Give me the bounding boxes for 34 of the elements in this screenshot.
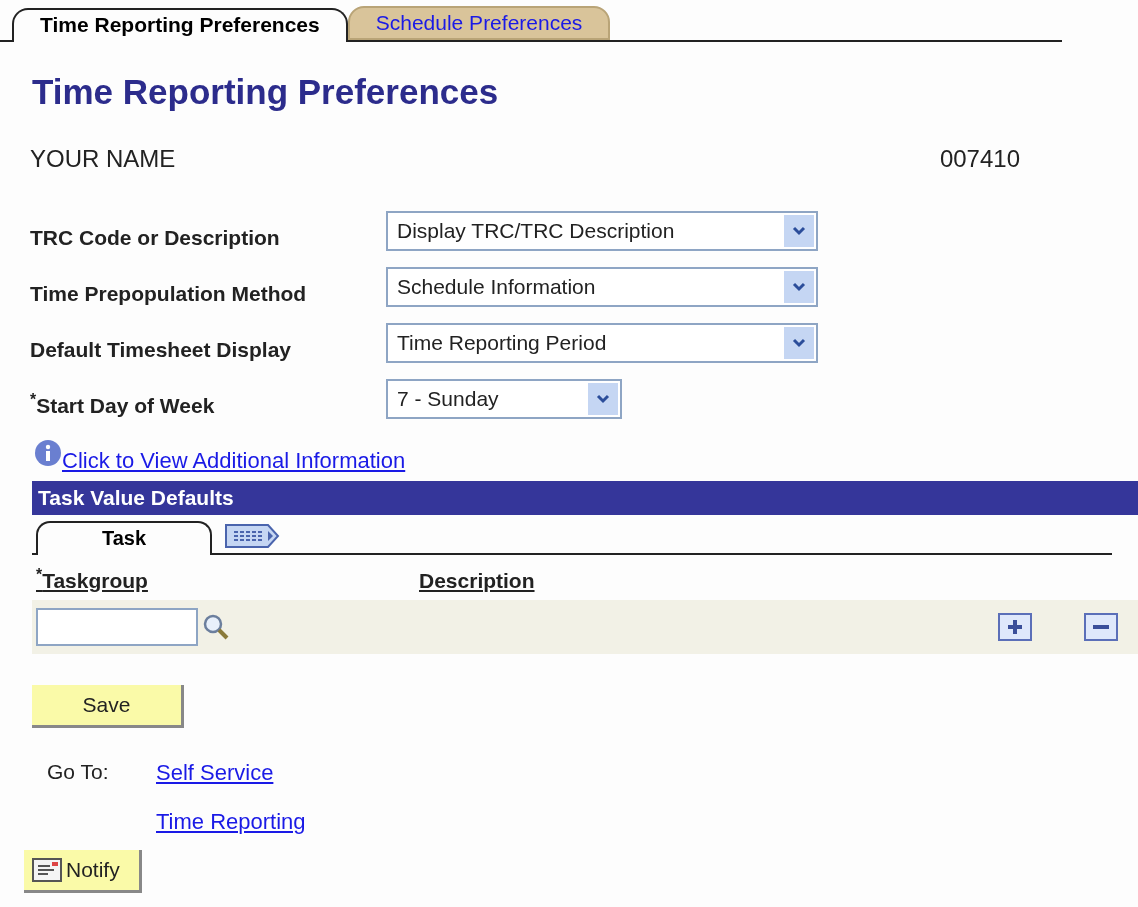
field-label: Default Timesheet Display <box>29 336 293 363</box>
envelope-icon <box>32 858 62 882</box>
column-header[interactable]: Description <box>419 564 535 596</box>
field-label: Time Prepopulation Method <box>29 280 308 307</box>
info-icon <box>34 438 62 467</box>
page-title: Time Reporting Preferences <box>32 71 499 113</box>
dropdown[interactable]: 7 - Sunday <box>386 378 622 419</box>
save-button[interactable]: Save <box>32 685 184 728</box>
employee-name: YOUR NAME <box>30 143 176 174</box>
chevron-down-icon <box>784 326 814 359</box>
chevron-down-icon <box>784 270 814 303</box>
field-label: $^{*}$Start Day of Week <box>29 389 216 419</box>
dropdown[interactable]: Time Reporting Period <box>386 322 818 363</box>
section-title: Task Value Defaults <box>38 484 234 511</box>
dropdown[interactable]: Display TRC/TRC Description <box>386 210 818 251</box>
grid-view-icon[interactable] <box>224 522 280 549</box>
tab[interactable]: Time Reporting Preferences <box>12 8 348 42</box>
nav-link[interactable]: Self Service <box>156 756 306 789</box>
employee-id: 007410 <box>939 143 1020 174</box>
add-row-icon[interactable] <box>998 613 1032 641</box>
notify-button[interactable]: Notify <box>24 850 142 893</box>
chevron-down-icon <box>784 214 814 247</box>
tab[interactable]: Schedule Preferences <box>347 6 611 40</box>
dropdown[interactable]: Schedule Information <box>386 266 818 307</box>
delete-row-icon[interactable] <box>1084 613 1118 641</box>
column-header[interactable]: $^{*}$Taskgroup <box>36 564 419 596</box>
chevron-down-icon <box>588 382 618 415</box>
field-label: TRC Code or Description <box>29 224 281 251</box>
search-icon[interactable] <box>202 613 230 641</box>
goto-label: Go To: <box>47 759 110 785</box>
tab[interactable]: Task <box>36 520 212 555</box>
taskgroup-field[interactable] <box>36 608 198 646</box>
nav-link[interactable]: Time Reporting <box>156 805 306 838</box>
info-link[interactable]: Click to View Additional Information <box>62 443 406 477</box>
